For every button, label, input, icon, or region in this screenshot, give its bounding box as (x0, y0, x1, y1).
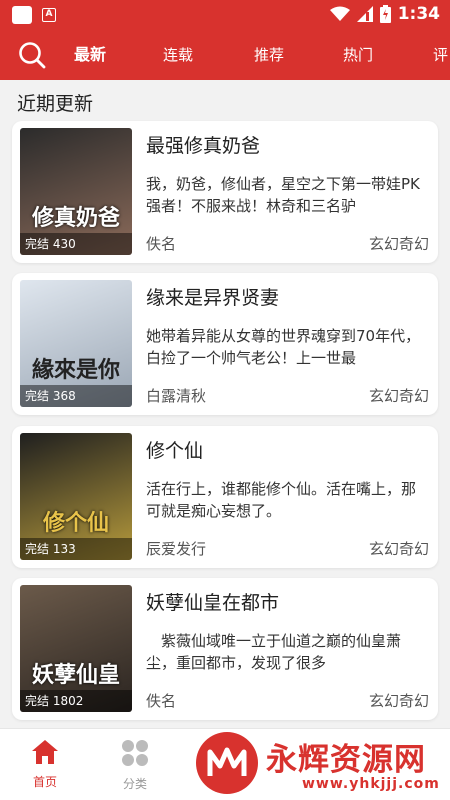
top-nav: 最新 连载 推荐 热门 评 (0, 30, 450, 80)
cover-title-art: 修个仙 (42, 510, 109, 536)
cover-title-art: 妖孽仙皇 (31, 662, 120, 688)
book-cover: 妖孽仙皇 完结 1802 (20, 585, 132, 712)
status-time: 1:34 (397, 4, 440, 24)
grid-icon (122, 740, 148, 766)
section-title: 近期更新 (17, 93, 94, 115)
tab-recommended[interactable]: 推荐 (254, 30, 284, 80)
status-left: A (12, 6, 56, 24)
signal-icon (356, 6, 373, 22)
status-badge: 完结 430 (20, 233, 132, 255)
android-notification-icon: A (42, 8, 56, 22)
cover-title-art: 修真奶爸 (31, 205, 120, 231)
book-title: 最强修真奶爸 (146, 135, 261, 157)
app-notification-icon (12, 6, 32, 24)
status-bar: A 1:34 (0, 0, 450, 30)
watermark: 永辉资源网 www.yhkjjj.com (190, 730, 448, 796)
book-description: 她带着异能从女尊的世界魂穿到70年代，白捡了一个帅气老公！上一世最 (146, 327, 421, 367)
tab-serializing[interactable]: 连载 (163, 30, 193, 80)
book-cover: 緣來是你 完结 368 (20, 280, 132, 407)
book-cover: 修真奶爸 完结 430 (20, 128, 132, 255)
book-author: 辰爱发行 (146, 540, 207, 558)
book-title: 缘来是异界贤妻 (146, 287, 280, 309)
book-description: 活在行上，谁都能修个仙。活在嘴上，那可就是痴心妄想了。 (146, 480, 417, 520)
book-genre: 玄幻奇幻 (368, 387, 429, 405)
status-right: 1:34 (329, 4, 440, 24)
tab-popular[interactable]: 热门 (343, 30, 373, 80)
tab-reviews[interactable]: 评 (433, 30, 448, 80)
book-title: 修个仙 (146, 440, 204, 462)
nav-home[interactable]: 首页 (15, 739, 75, 790)
book-genre: 玄幻奇幻 (368, 235, 429, 253)
battery-icon (379, 5, 391, 23)
tab-latest[interactable]: 最新 (74, 30, 106, 80)
search-icon[interactable] (18, 41, 46, 69)
wifi-icon (329, 6, 350, 21)
book-card[interactable]: 緣來是你 完结 368 缘来是异界贤妻 她带着异能从女尊的世界魂穿到70年代，白… (12, 273, 438, 415)
status-badge: 完结 368 (20, 385, 132, 407)
book-card[interactable]: 修个仙 完结 133 修个仙 活在行上，谁都能修个仙。活在嘴上，那可就是痴心妄想… (12, 426, 438, 568)
book-genre: 玄幻奇幻 (368, 692, 429, 710)
book-author: 佚名 (146, 692, 177, 710)
status-badge: 完结 133 (20, 538, 132, 560)
watermark-text: 永辉资源网 (266, 742, 426, 778)
book-description: 紫薇仙域唯一立于仙道之巅的仙皇萧尘，重回都市，发现了很多 (146, 632, 402, 672)
nav-category-label: 分类 (122, 777, 147, 791)
book-description: 我，奶爸，修仙者，星空之下第一带娃PK强者！不服来战！林奇和三名驴 (146, 175, 420, 215)
book-cover: 修个仙 完结 133 (20, 433, 132, 560)
book-author: 佚名 (146, 235, 177, 253)
watermark-logo-icon (196, 732, 258, 794)
book-card[interactable]: 修真奶爸 完结 430 最强修真奶爸 我，奶爸，修仙者，星空之下第一带娃PK强者… (12, 121, 438, 263)
home-icon (32, 740, 58, 764)
book-genre: 玄幻奇幻 (368, 540, 429, 558)
watermark-url: www.yhkjjj.com (302, 776, 440, 792)
book-title: 妖孽仙皇在都市 (146, 592, 280, 614)
cover-title-art: 緣來是你 (31, 357, 120, 383)
nav-home-label: 首页 (32, 775, 57, 789)
book-author: 白露清秋 (146, 387, 207, 405)
book-card[interactable]: 妖孽仙皇 完结 1802 妖孽仙皇在都市 紫薇仙域唯一立于仙道之巅的仙皇萧尘，重… (12, 578, 438, 720)
status-badge: 完结 1802 (20, 690, 132, 712)
nav-category[interactable]: 分类 (105, 739, 165, 792)
